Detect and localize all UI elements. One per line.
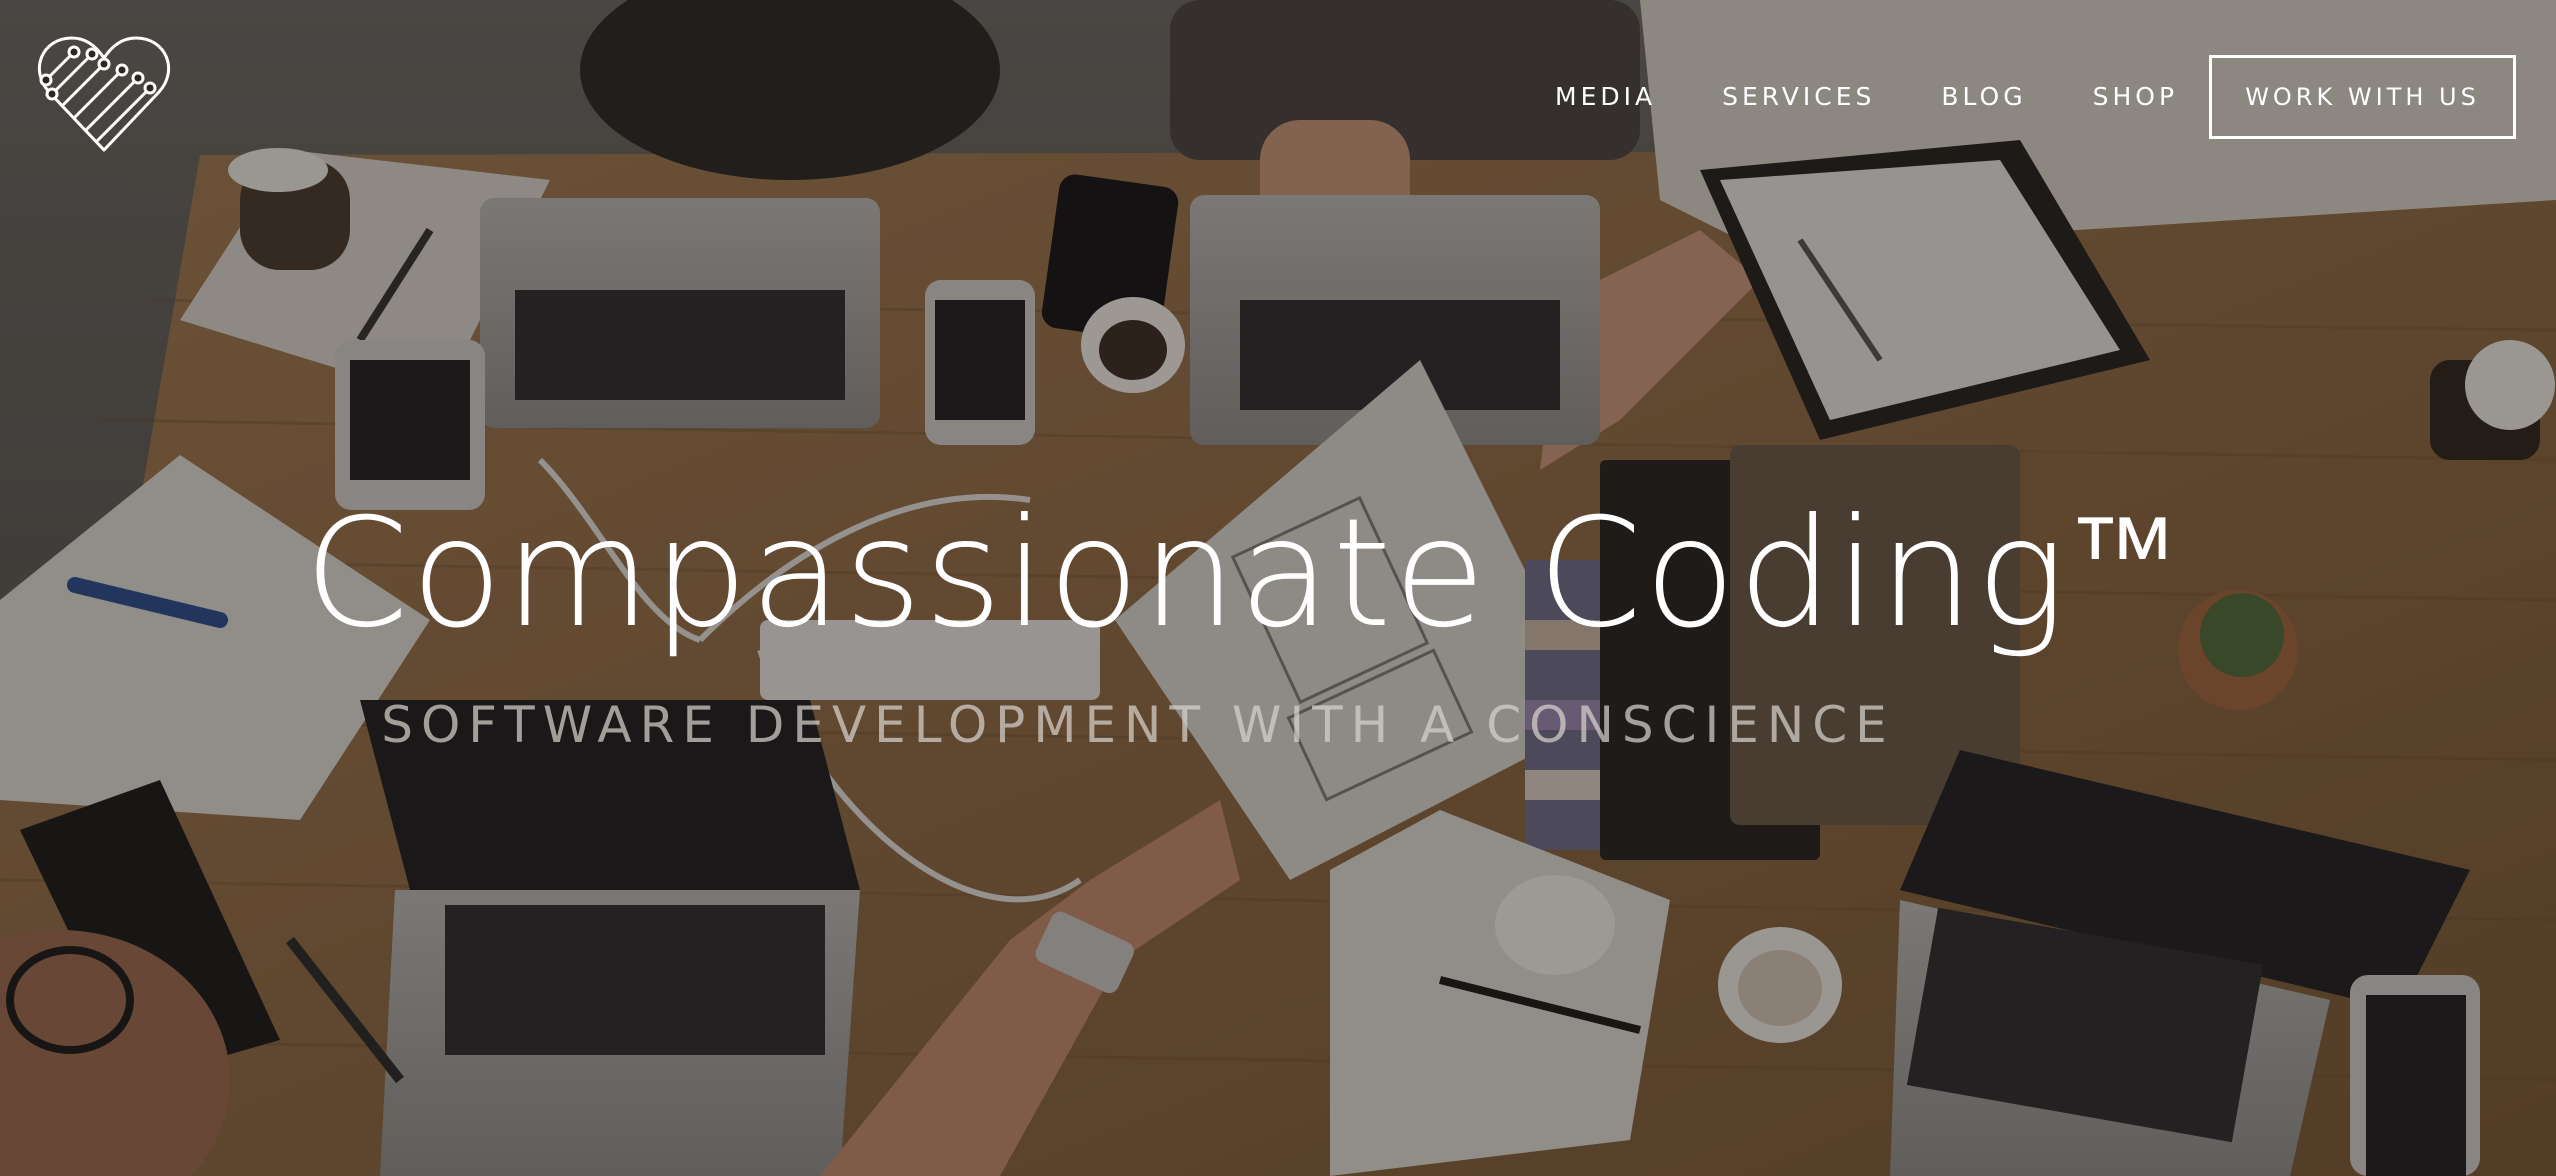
hero-title-text: Compassionate Coding (304, 487, 2068, 661)
nav-link-blog[interactable]: BLOG (1941, 80, 2026, 114)
nav-link-services[interactable]: SERVICES (1722, 80, 1875, 114)
main-nav: MEDIA SERVICES BLOG SHOP (1555, 80, 2244, 114)
page: MEDIA SERVICES BLOG SHOP WORK WITH US Co… (0, 0, 2556, 1176)
nav-link-media[interactable]: MEDIA (1555, 80, 1656, 114)
hero-title: Compassionate Coding™ (0, 465, 2520, 664)
work-with-us-button[interactable]: WORK WITH US (2209, 55, 2516, 139)
circuit-heart-icon (37, 36, 171, 152)
nav-link-shop[interactable]: SHOP (2093, 80, 2178, 114)
trademark-symbol: ™ (2067, 491, 2180, 619)
hero-subtitle: SOFTWARE DEVELOPMENT WITH A CONSCIENCE (381, 696, 1895, 754)
site-logo[interactable] (34, 30, 174, 160)
